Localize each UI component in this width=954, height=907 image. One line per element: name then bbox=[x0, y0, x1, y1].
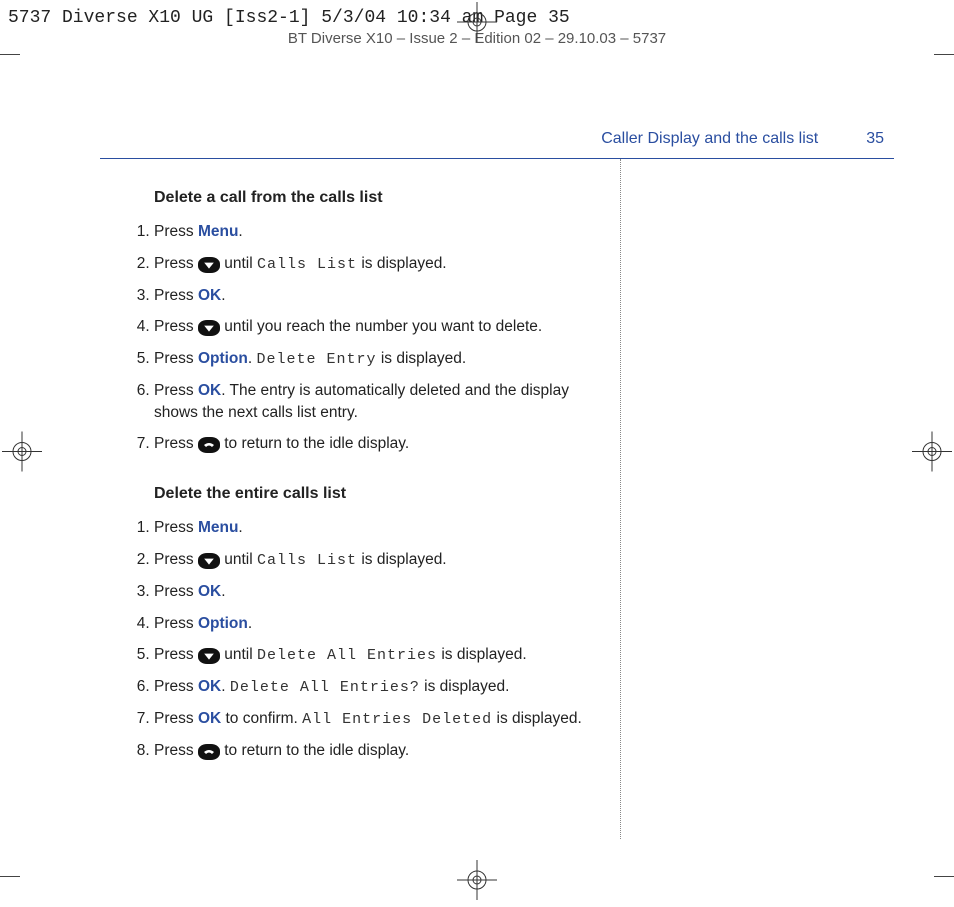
step: Press until you reach the number you wan… bbox=[154, 316, 600, 338]
step: Press Menu. bbox=[154, 221, 600, 243]
print-job-header: 5737 Diverse X10 UG [Iss2-1] 5/3/04 10:3… bbox=[8, 8, 570, 28]
key-ok: OK bbox=[198, 583, 221, 600]
lcd-text: Calls List bbox=[257, 256, 357, 273]
key-option: Option bbox=[198, 350, 248, 367]
crop-mark bbox=[934, 876, 954, 877]
registration-mark-right bbox=[912, 431, 952, 476]
page-body: Caller Display and the calls list 35 Del… bbox=[100, 130, 894, 867]
step: Press OK. The entry is automatically del… bbox=[154, 380, 600, 423]
step: Press to return to the idle display. bbox=[154, 740, 600, 762]
key-menu: Menu bbox=[198, 519, 238, 536]
end-call-icon bbox=[198, 744, 220, 760]
document-header: BT Diverse X10 – Issue 2 – Edition 02 – … bbox=[0, 30, 954, 47]
lcd-text: Delete All Entries bbox=[257, 647, 437, 664]
steps-delete-all: Press Menu. Press until Calls List is di… bbox=[130, 517, 600, 762]
crop-mark bbox=[0, 876, 20, 877]
lcd-text: Delete Entry bbox=[257, 351, 377, 368]
step: Press until Delete All Entries is displa… bbox=[154, 644, 600, 666]
key-ok: OK bbox=[198, 287, 221, 304]
steps-delete-one: Press Menu. Press until Calls List is di… bbox=[130, 221, 600, 455]
crop-mark bbox=[0, 54, 20, 55]
lcd-text: Calls List bbox=[257, 552, 357, 569]
key-option: Option bbox=[198, 615, 248, 632]
step: Press to return to the idle display. bbox=[154, 433, 600, 455]
down-arrow-icon bbox=[198, 648, 220, 664]
heading-delete-all: Delete the entire calls list bbox=[130, 485, 600, 503]
down-arrow-icon bbox=[198, 553, 220, 569]
key-ok: OK bbox=[198, 710, 221, 727]
step: Press Menu. bbox=[154, 517, 600, 539]
page-number: 35 bbox=[866, 130, 884, 148]
end-call-icon bbox=[198, 437, 220, 453]
lcd-text: Delete All Entries? bbox=[230, 679, 420, 696]
step: Press Option. Delete Entry is displayed. bbox=[154, 348, 600, 370]
key-ok: OK bbox=[198, 382, 221, 399]
step: Press OK. Delete All Entries? is display… bbox=[154, 676, 600, 698]
step: Press until Calls List is displayed. bbox=[154, 549, 600, 571]
section-title: Caller Display and the calls list bbox=[601, 130, 818, 148]
step: Press OK. bbox=[154, 285, 600, 307]
key-ok: OK bbox=[198, 678, 221, 695]
down-arrow-icon bbox=[198, 257, 220, 273]
step: Press OK to confirm. All Entries Deleted… bbox=[154, 708, 600, 730]
crop-mark bbox=[934, 54, 954, 55]
heading-delete-one: Delete a call from the calls list bbox=[130, 189, 600, 207]
step: Press until Calls List is displayed. bbox=[154, 253, 600, 275]
down-arrow-icon bbox=[198, 320, 220, 336]
key-menu: Menu bbox=[198, 223, 238, 240]
step: Press Option. bbox=[154, 613, 600, 635]
right-column bbox=[629, 159, 894, 839]
lcd-text: All Entries Deleted bbox=[302, 711, 492, 728]
step: Press OK. bbox=[154, 581, 600, 603]
column-divider bbox=[620, 159, 621, 839]
registration-mark-left bbox=[2, 431, 42, 476]
left-column: Delete a call from the calls list Press … bbox=[100, 159, 612, 839]
